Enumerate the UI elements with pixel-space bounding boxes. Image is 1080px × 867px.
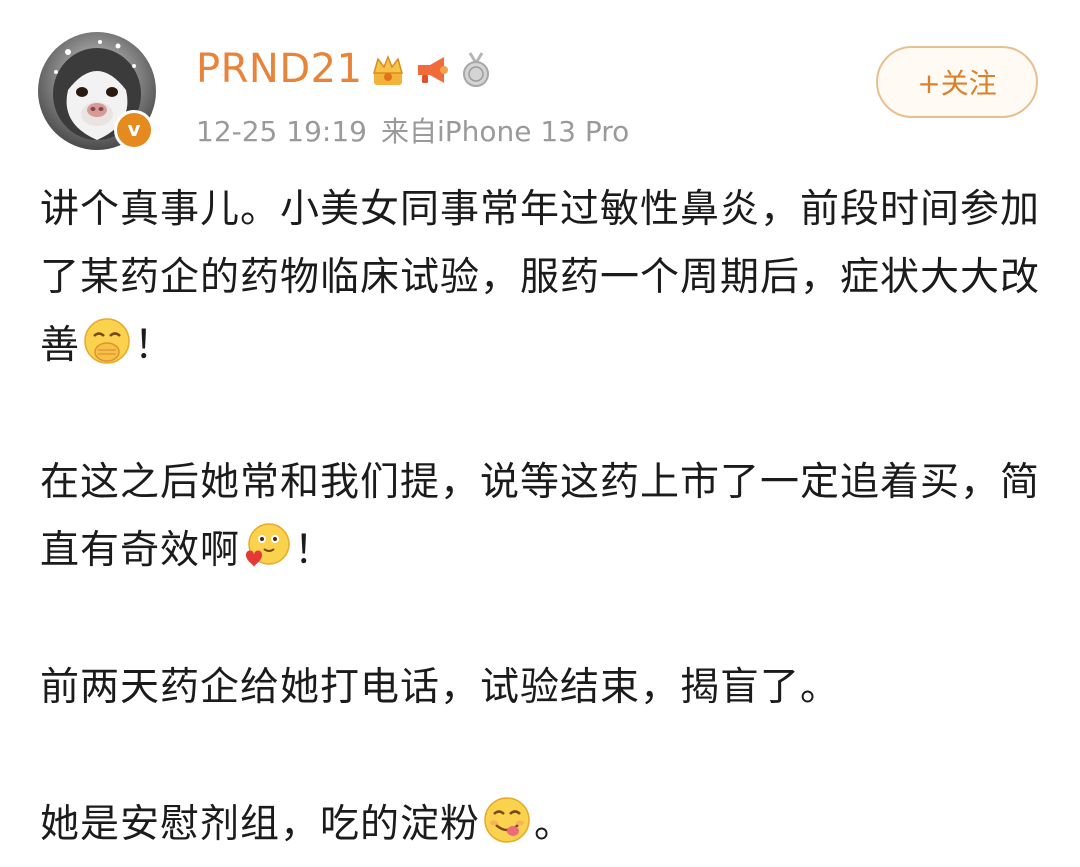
author-badges — [368, 50, 496, 90]
post-meta: 12-25 19:19 来自iPhone 13 Pro — [196, 110, 629, 150]
post-text: 。 — [534, 802, 575, 847]
silver-medal-icon[interactable] — [456, 51, 496, 89]
post-source: 来自iPhone 13 Pro — [380, 115, 630, 148]
heart-hug-emoji-icon — [242, 521, 292, 571]
covering-mouth-emoji-icon — [82, 316, 132, 366]
follow-button[interactable]: +关注 — [876, 46, 1038, 118]
post-date: 12-25 19:19 — [196, 115, 367, 148]
author-name[interactable]: PRND21 — [196, 46, 363, 92]
post-paragraph: 在这之后她常和我们提，说等这药上市了一定追着买，简直有奇效啊！ — [40, 449, 1050, 585]
post-body: 讲个真事儿。小美女同事常年过敏性鼻炎，前段时间参加了某药企的药物临床试验，服药一… — [40, 176, 1050, 859]
yummy-face-emoji-icon — [482, 795, 532, 845]
post-paragraph: 她是安慰剂组，吃的淀粉 。 — [40, 791, 1050, 859]
post-text: 前两天药企给她打电话，试验结束，揭盲了。 — [40, 665, 841, 710]
post-paragraph: 讲个真事儿。小美女同事常年过敏性鼻炎，前段时间参加了某药企的药物临床试验，服药一… — [40, 176, 1050, 380]
post-text: 在这之后她常和我们提，说等这药上市了一定追着买，简直有奇效啊 — [40, 460, 1041, 573]
crown-vip-icon[interactable] — [368, 51, 408, 89]
post-text: ！ — [294, 528, 335, 573]
megaphone-icon[interactable] — [412, 51, 452, 89]
post-text: 她是安慰剂组，吃的淀粉 — [40, 802, 481, 847]
verified-v-badge-icon: v — [114, 110, 154, 150]
post-paragraph: 前两天药企给她打电话，试验结束，揭盲了。 — [40, 654, 1050, 722]
post-text: ！ — [134, 323, 175, 368]
post-text: 讲个真事儿。小美女同事常年过敏性鼻炎，前段时间参加了某药企的药物临床试验，服药一… — [40, 187, 1041, 368]
post-header: v PRND21 12-25 19:19 来自iPhone 13 Pro +关注 — [0, 0, 1080, 160]
author-avatar[interactable]: v — [38, 32, 156, 150]
